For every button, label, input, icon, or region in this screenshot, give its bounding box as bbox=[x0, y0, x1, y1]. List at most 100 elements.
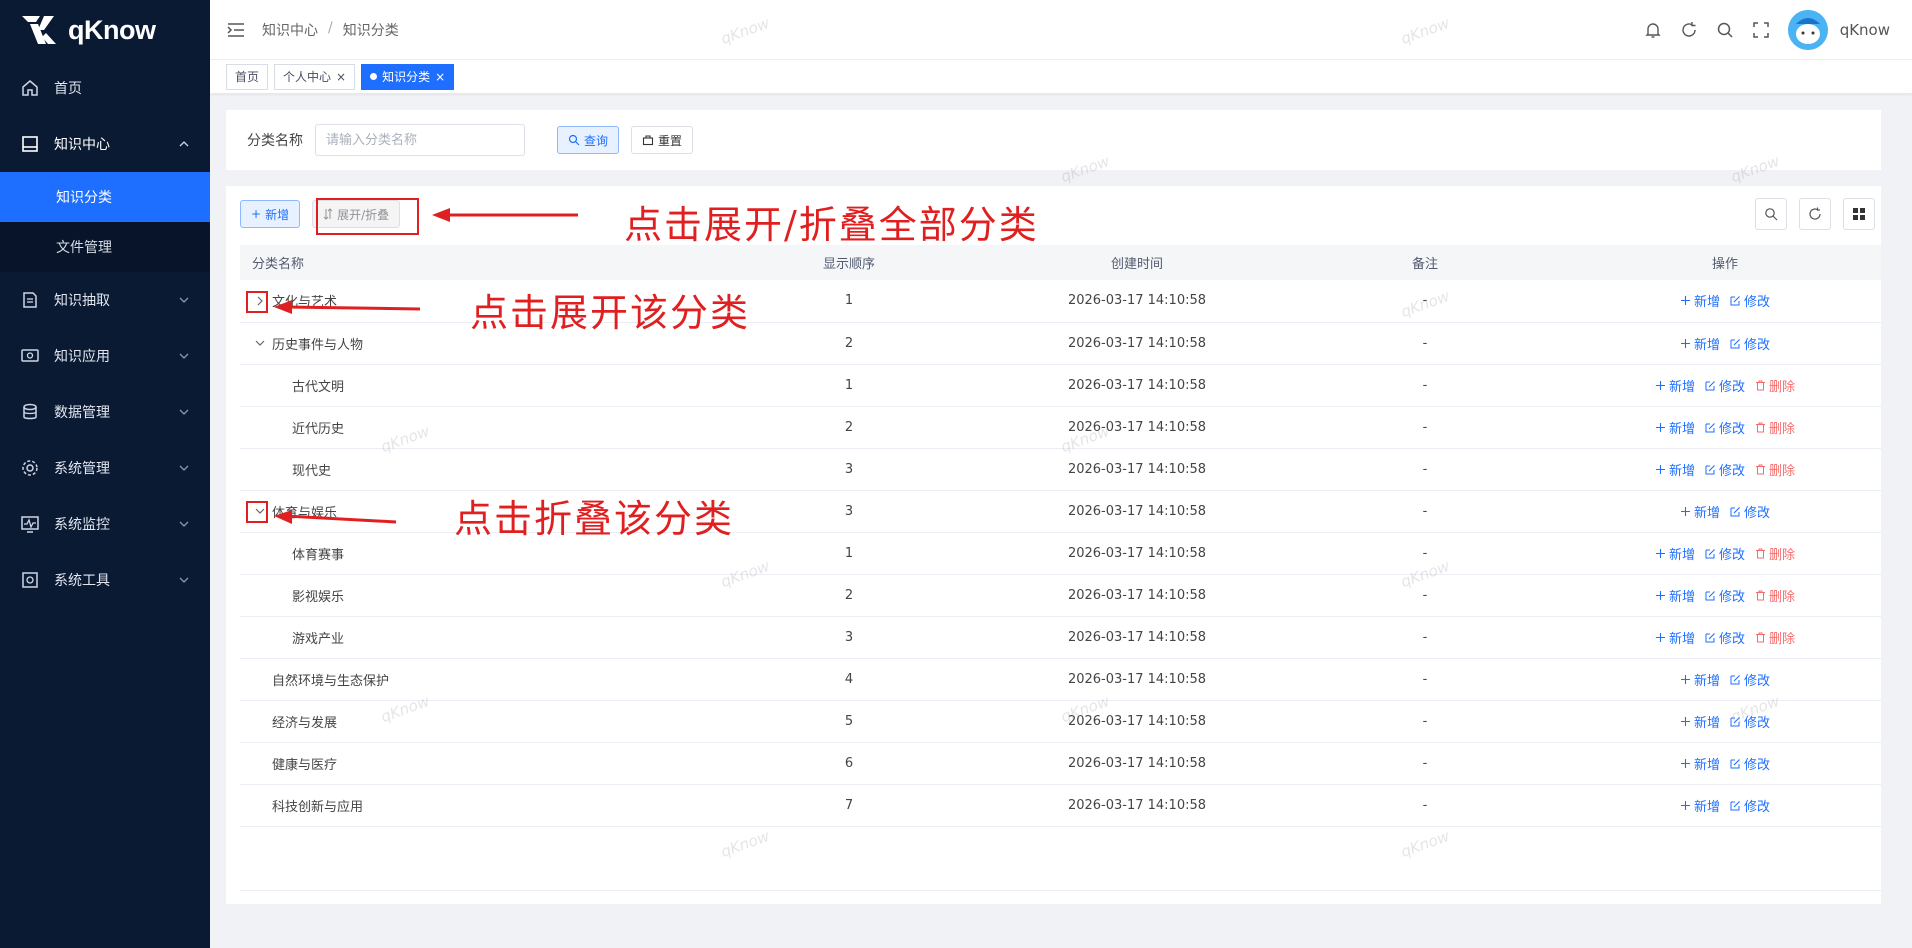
row-add-button[interactable]: 新增 bbox=[1680, 796, 1720, 815]
plus-icon bbox=[1655, 422, 1665, 432]
sidebar-item-knowledge-center[interactable]: 知识中心 bbox=[0, 116, 210, 172]
plus-icon bbox=[1655, 590, 1665, 600]
row-edit-button[interactable]: 修改 bbox=[1730, 291, 1770, 310]
op-label: 修改 bbox=[1718, 631, 1745, 647]
row-delete-button[interactable]: 删除 bbox=[1755, 586, 1795, 605]
row-add-button[interactable]: 新增 bbox=[1655, 586, 1695, 605]
cell-order: 5 bbox=[705, 700, 993, 743]
logo: qKnow bbox=[0, 0, 210, 60]
plus-icon: + bbox=[251, 207, 262, 221]
row-edit-button[interactable]: 修改 bbox=[1730, 712, 1770, 731]
refresh-table-button[interactable] bbox=[1799, 198, 1831, 230]
row-add-button[interactable]: 新增 bbox=[1680, 754, 1720, 773]
sidebar-item-home[interactable]: 首页 bbox=[0, 60, 210, 116]
row-delete-button[interactable]: 删除 bbox=[1755, 376, 1795, 395]
cell-order: 1 bbox=[705, 532, 993, 575]
sidebar-item-knowledge-category[interactable]: 知识分类 bbox=[0, 172, 210, 222]
cell-order: 3 bbox=[705, 448, 993, 491]
row-delete-button[interactable]: 删除 bbox=[1755, 628, 1795, 647]
row-add-button[interactable]: 新增 bbox=[1680, 291, 1720, 310]
row-add-button[interactable]: 新增 bbox=[1680, 670, 1720, 689]
category-name-input[interactable] bbox=[315, 124, 525, 156]
row-delete-button[interactable]: 删除 bbox=[1755, 418, 1795, 437]
row-edit-button[interactable]: 修改 bbox=[1730, 670, 1770, 689]
row-edit-button[interactable]: 修改 bbox=[1730, 502, 1770, 521]
row-edit-button[interactable]: 修改 bbox=[1705, 586, 1745, 605]
tab-profile[interactable]: 个人中心 × bbox=[274, 63, 356, 90]
category-name: 经济与发展 bbox=[272, 715, 338, 731]
op-label: 修改 bbox=[1744, 673, 1771, 689]
edit-icon bbox=[1730, 296, 1740, 306]
op-label: 新增 bbox=[1668, 421, 1695, 437]
table-header-row: 分类名称 显示顺序 创建时间 备注 操作 bbox=[240, 245, 1881, 280]
category-name: 科技创新与应用 bbox=[272, 799, 364, 815]
user-name[interactable]: qKnow bbox=[1840, 21, 1890, 39]
query-button[interactable]: 查询 bbox=[557, 126, 620, 154]
tab-home[interactable]: 首页 bbox=[226, 63, 269, 90]
reset-button[interactable]: 重置 bbox=[631, 126, 694, 154]
sidebar-item-file-management[interactable]: 文件管理 bbox=[0, 222, 210, 272]
sidebar-item-knowledge-extraction[interactable]: 知识抽取 bbox=[0, 272, 210, 328]
cell-actions: 新增 修改 bbox=[1569, 742, 1881, 785]
breadcrumb-item[interactable]: 知识中心 bbox=[262, 20, 318, 40]
add-category-button[interactable]: + 新增 bbox=[240, 200, 301, 228]
bell-icon[interactable] bbox=[1644, 21, 1662, 39]
sidebar-item-system-monitor[interactable]: 系统监控 bbox=[0, 496, 210, 552]
cell-created-time: 2026-03-17 14:10:58 bbox=[993, 322, 1281, 365]
row-edit-button[interactable]: 修改 bbox=[1705, 460, 1745, 479]
row-edit-button[interactable]: 修改 bbox=[1705, 418, 1745, 437]
column-settings-button[interactable] bbox=[1843, 198, 1875, 230]
collapse-row-button[interactable] bbox=[252, 335, 268, 351]
row-add-button[interactable]: 新增 bbox=[1655, 628, 1695, 647]
trash-icon bbox=[1756, 632, 1765, 642]
row-add-button[interactable]: 新增 bbox=[1655, 544, 1695, 563]
tab-label: 个人中心 bbox=[283, 70, 332, 84]
row-edit-button[interactable]: 修改 bbox=[1705, 376, 1745, 395]
op-label: 新增 bbox=[1668, 631, 1695, 647]
avatar[interactable] bbox=[1787, 10, 1828, 50]
close-icon[interactable]: × bbox=[336, 70, 346, 84]
toggle-search-button[interactable] bbox=[1755, 198, 1787, 230]
op-label: 新增 bbox=[1693, 505, 1720, 521]
menu-toggle-icon[interactable] bbox=[226, 20, 246, 40]
row-add-button[interactable]: 新增 bbox=[1680, 334, 1720, 353]
category-name: 影视娱乐 bbox=[292, 589, 345, 605]
column-header-name: 分类名称 bbox=[240, 245, 705, 280]
cell-order: 3 bbox=[705, 490, 993, 533]
row-edit-button[interactable]: 修改 bbox=[1730, 796, 1770, 815]
cell-created-time: 2026-03-17 14:10:58 bbox=[993, 658, 1281, 701]
cell-remark: - bbox=[1281, 280, 1569, 323]
cell-remark: - bbox=[1281, 658, 1569, 701]
row-edit-button[interactable]: 修改 bbox=[1705, 544, 1745, 563]
annotation-text-collapse: 点击折叠该分类 bbox=[454, 497, 735, 541]
chevron-down-icon bbox=[179, 521, 189, 527]
row-add-button[interactable]: 新增 bbox=[1655, 460, 1695, 479]
plus-icon bbox=[1655, 380, 1665, 390]
row-delete-button[interactable]: 删除 bbox=[1755, 544, 1795, 563]
reset-button-label: 重置 bbox=[658, 133, 683, 148]
search-icon[interactable] bbox=[1716, 21, 1734, 39]
sidebar-item-knowledge-application[interactable]: 知识应用 bbox=[0, 328, 210, 384]
close-icon[interactable]: × bbox=[435, 70, 445, 84]
row-edit-button[interactable]: 修改 bbox=[1730, 754, 1770, 773]
sidebar-item-data-management[interactable]: 数据管理 bbox=[0, 384, 210, 440]
chevron-up-icon bbox=[179, 141, 189, 147]
row-add-button[interactable]: 新增 bbox=[1655, 418, 1695, 437]
fullscreen-icon[interactable] bbox=[1752, 21, 1770, 39]
cell-created-time: 2026-03-17 14:10:58 bbox=[993, 280, 1281, 323]
refresh-icon[interactable] bbox=[1680, 21, 1698, 39]
row-edit-button[interactable]: 修改 bbox=[1730, 334, 1770, 353]
row-add-button[interactable]: 新增 bbox=[1655, 376, 1695, 395]
tab-knowledge-category[interactable]: 知识分类 × bbox=[361, 63, 455, 90]
row-add-button[interactable]: 新增 bbox=[1680, 712, 1720, 731]
cell-remark: - bbox=[1281, 448, 1569, 491]
row-delete-button[interactable]: 删除 bbox=[1755, 460, 1795, 479]
cell-remark: - bbox=[1281, 322, 1569, 365]
edit-icon bbox=[1730, 506, 1740, 516]
cell-name: 现代史 bbox=[240, 448, 705, 491]
sidebar-item-system-tools[interactable]: 系统工具 bbox=[0, 552, 210, 608]
row-edit-button[interactable]: 修改 bbox=[1705, 628, 1745, 647]
row-add-button[interactable]: 新增 bbox=[1680, 502, 1720, 521]
sidebar-item-system-management[interactable]: 系统管理 bbox=[0, 440, 210, 496]
cell-remark: - bbox=[1281, 742, 1569, 785]
